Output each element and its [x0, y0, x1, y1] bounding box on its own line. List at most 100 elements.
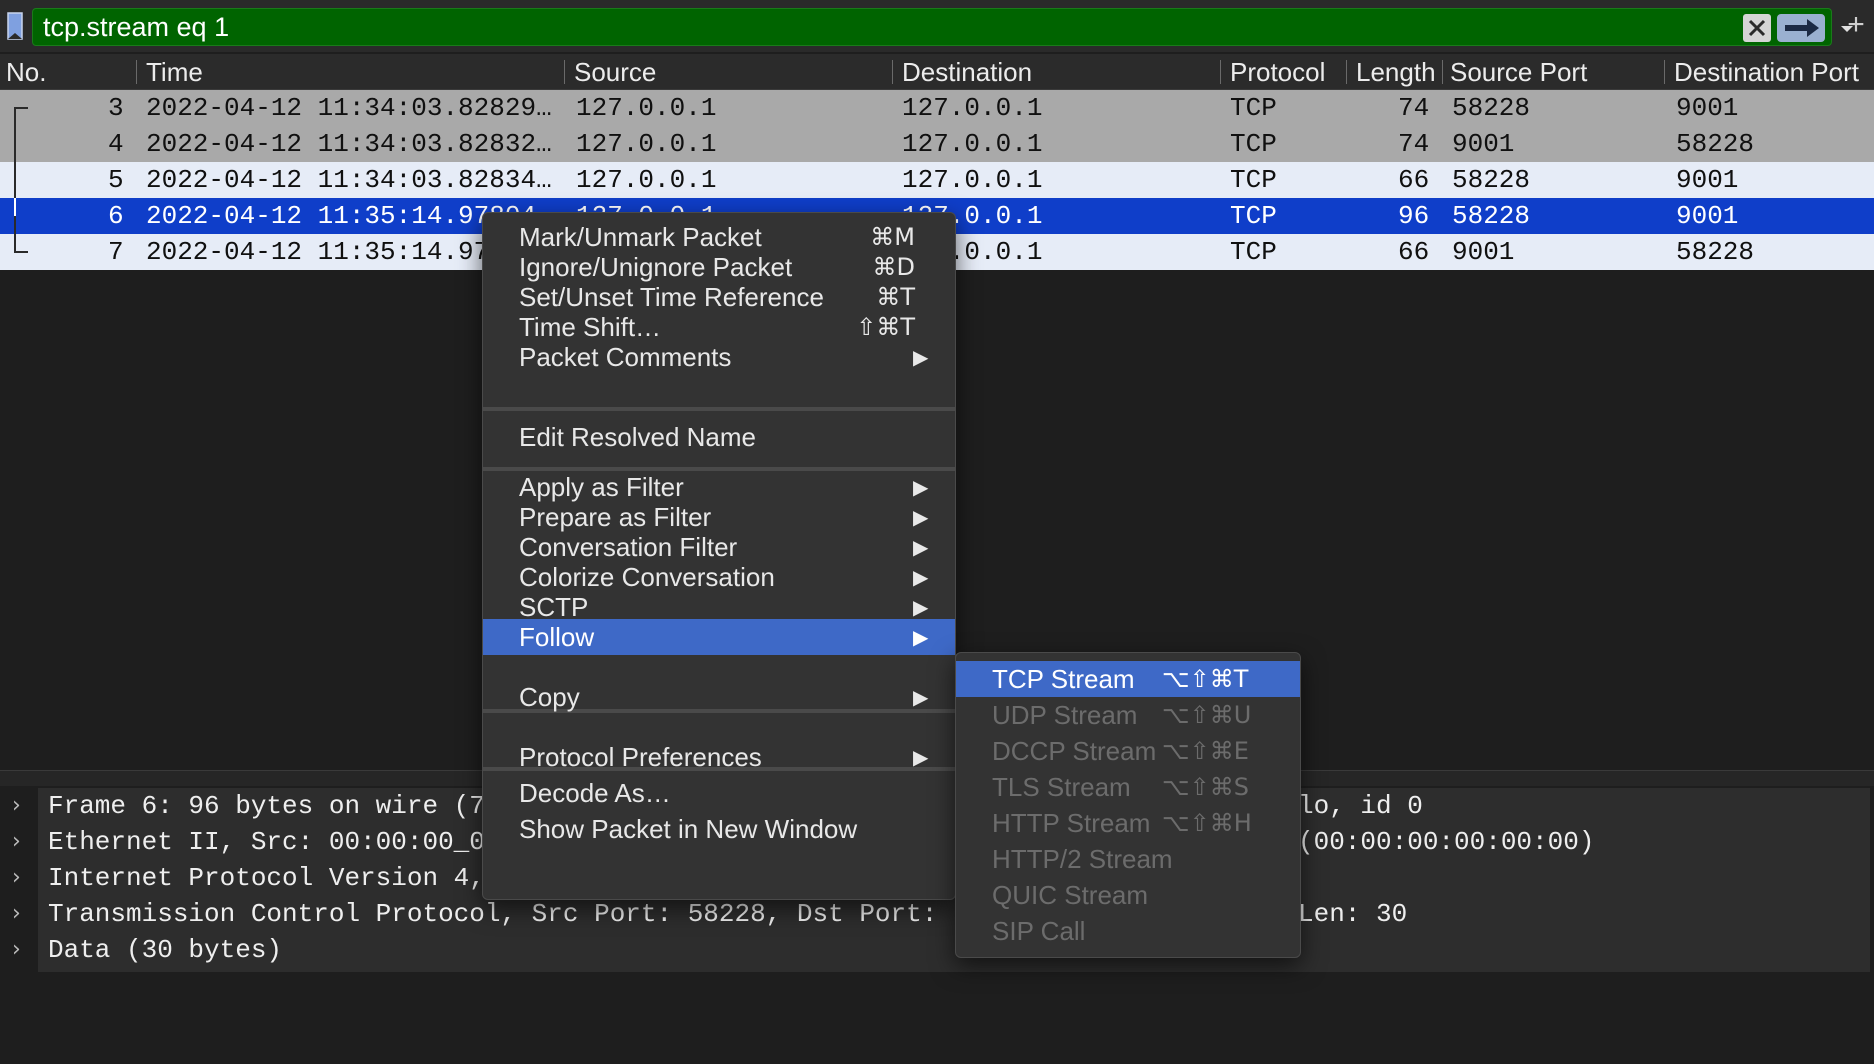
menu-item-label: Follow	[519, 622, 595, 652]
column-header-source-port[interactable]: Source Port	[1444, 56, 1662, 88]
menu-item-decode-as[interactable]: Decode As…	[483, 775, 955, 811]
packet-protocol: TCP	[1230, 165, 1277, 195]
packet-source-port: 9001	[1452, 237, 1515, 267]
menu-item-label: QUIC Stream	[992, 880, 1149, 910]
column-header-length[interactable]: Length	[1350, 56, 1442, 88]
add-filter-button[interactable]: +	[1842, 10, 1870, 42]
submenu-item-sip-call: SIP Call	[956, 913, 1300, 949]
packet-row[interactable]: 4 2022-04-12 11:34:03.82832… 127.0.0.1 1…	[0, 126, 1874, 162]
menu-item-edit-resolved-name[interactable]: Edit Resolved Name	[483, 419, 955, 455]
packet-no: 7	[108, 237, 124, 267]
menu-item-label: Show Packet in New Window	[519, 814, 858, 844]
detail-text-tail: (00:00:00:00:00:00)	[1298, 827, 1595, 857]
menu-item-label: Edit Resolved Name	[519, 422, 756, 452]
detail-text: Internet Protocol Version 4,	[48, 863, 485, 893]
packet-length: 74	[1398, 93, 1430, 123]
display-filter-field	[32, 8, 1853, 46]
chevron-right-icon[interactable]: ›	[12, 860, 30, 896]
menu-item-shortcut: ⌥⇧⌘E	[1162, 737, 1249, 765]
packet-destination-port: 9001	[1676, 201, 1739, 231]
packet-destination: 127.0.0.1	[902, 129, 1043, 159]
packet-length: 96	[1398, 201, 1430, 231]
submenu-item-quic-stream: QUIC Stream	[956, 877, 1300, 913]
detail-text-tail: lo, id 0	[1298, 791, 1423, 821]
packet-no: 4	[108, 129, 124, 159]
conversation-bracket-icon	[14, 107, 28, 253]
packet-source-port: 58228	[1452, 93, 1531, 123]
submenu-arrow-icon: ▶	[913, 685, 929, 709]
submenu-arrow-icon: ▶	[913, 745, 929, 769]
column-header-destination[interactable]: Destination	[896, 56, 1216, 88]
packet-row[interactable]: 3 2022-04-12 11:34:03.82829… 127.0.0.1 1…	[0, 90, 1874, 126]
chevron-right-icon[interactable]: ›	[12, 824, 30, 860]
submenu-arrow-icon: ▶	[913, 345, 929, 369]
menu-item-shortcut: ⌥⇧⌘U	[1162, 701, 1252, 729]
packet-protocol: TCP	[1230, 93, 1277, 123]
menu-item-label: UDP Stream	[992, 700, 1138, 730]
packet-list-header: No. Time Source Destination Protocol Len…	[0, 54, 1874, 90]
menu-item-label: Decode As…	[519, 778, 671, 808]
packet-no: 5	[108, 165, 124, 195]
submenu-item-http-stream: HTTP Stream ⌥⇧⌘H	[956, 805, 1300, 841]
apply-filter-button[interactable]	[1777, 14, 1825, 42]
menu-item-label: DCCP Stream	[992, 736, 1157, 766]
clear-filter-button[interactable]	[1743, 14, 1771, 42]
detail-text: Ethernet II, Src: 00:00:00_0	[48, 827, 485, 857]
menu-item-copy[interactable]: Copy ▶	[483, 679, 955, 715]
follow-submenu: TCP Stream ⌥⇧⌘T UDP Stream ⌥⇧⌘U DCCP Str…	[955, 652, 1301, 958]
submenu-item-tcp-stream[interactable]: TCP Stream ⌥⇧⌘T	[956, 661, 1300, 697]
packet-length: 66	[1398, 165, 1430, 195]
detail-row-data[interactable]: › Data (30 bytes)	[0, 932, 1874, 968]
column-header-time[interactable]: Time	[140, 56, 560, 88]
submenu-item-dccp-stream: DCCP Stream ⌥⇧⌘E	[956, 733, 1300, 769]
menu-item-shortcut: ⌥⇧⌘T	[1162, 665, 1249, 693]
packet-context-menu: Mark/Unmark Packet ⌘M Ignore/Unignore Pa…	[482, 212, 956, 900]
packet-protocol: TCP	[1230, 129, 1277, 159]
packet-source: 127.0.0.1	[576, 129, 717, 159]
column-header-protocol[interactable]: Protocol	[1224, 56, 1344, 88]
column-header-destination-port[interactable]: Destination Port	[1668, 56, 1874, 88]
column-header-no[interactable]: No.	[0, 56, 132, 88]
chevron-right-icon[interactable]: ›	[12, 788, 30, 824]
packet-time: 2022-04-12 11:35:14.97	[146, 237, 490, 267]
menu-item-label: HTTP Stream	[992, 808, 1151, 838]
menu-item-protocol-preferences[interactable]: Protocol Preferences ▶	[483, 739, 955, 775]
menu-item-label: Protocol Preferences	[519, 742, 762, 772]
detail-row-tcp[interactable]: › Transmission Control Protocol, Src Por…	[0, 896, 1874, 932]
menu-item-label: Copy	[519, 682, 580, 712]
packet-destination-port: 9001	[1676, 165, 1739, 195]
menu-item-label: Packet Comments	[519, 342, 732, 372]
detail-text: Transmission Control Protocol, Src Port:…	[48, 899, 938, 929]
menu-item-show-packet-new-window[interactable]: Show Packet in New Window	[483, 811, 955, 847]
submenu-item-udp-stream: UDP Stream ⌥⇧⌘U	[956, 697, 1300, 733]
submenu-arrow-icon: ▶	[913, 625, 929, 649]
packet-source-port: 58228	[1452, 165, 1531, 195]
menu-item-packet-comments[interactable]: Packet Comments ▶	[483, 339, 955, 375]
clear-icon	[1748, 19, 1766, 37]
menu-separator	[483, 407, 955, 411]
packet-length: 74	[1398, 129, 1430, 159]
submenu-item-tls-stream: TLS Stream ⌥⇧⌘S	[956, 769, 1300, 805]
packet-time: 2022-04-12 11:34:03.82832…	[146, 129, 552, 159]
chevron-right-icon[interactable]: ›	[12, 932, 30, 968]
packet-destination: 127.0.0.1	[902, 93, 1043, 123]
menu-item-follow[interactable]: Follow ▶	[483, 619, 955, 655]
display-filter-input[interactable]	[43, 11, 1693, 43]
menu-item-shortcut: ⌥⇧⌘H	[1162, 809, 1252, 837]
column-header-source[interactable]: Source	[568, 56, 888, 88]
packet-protocol: TCP	[1230, 201, 1277, 231]
packet-destination-port: 9001	[1676, 93, 1739, 123]
packet-no: 3	[108, 93, 124, 123]
packet-source: 127.0.0.1	[576, 165, 717, 195]
packet-row[interactable]: 5 2022-04-12 11:34:03.82834… 127.0.0.1 1…	[0, 162, 1874, 198]
filter-bookmark-icon[interactable]	[4, 10, 26, 44]
packet-destination-port: 58228	[1676, 237, 1755, 267]
packet-time: 2022-04-12 11:34:03.82829…	[146, 93, 552, 123]
packet-destination-port: 58228	[1676, 129, 1755, 159]
packet-source-port: 9001	[1452, 129, 1515, 159]
menu-item-label: TLS Stream	[992, 772, 1131, 802]
packet-source: 127.0.0.1	[576, 93, 717, 123]
detail-text: Frame 6: 96 bytes on wire (7	[48, 791, 485, 821]
packet-protocol: TCP	[1230, 237, 1277, 267]
chevron-right-icon[interactable]: ›	[12, 896, 30, 932]
